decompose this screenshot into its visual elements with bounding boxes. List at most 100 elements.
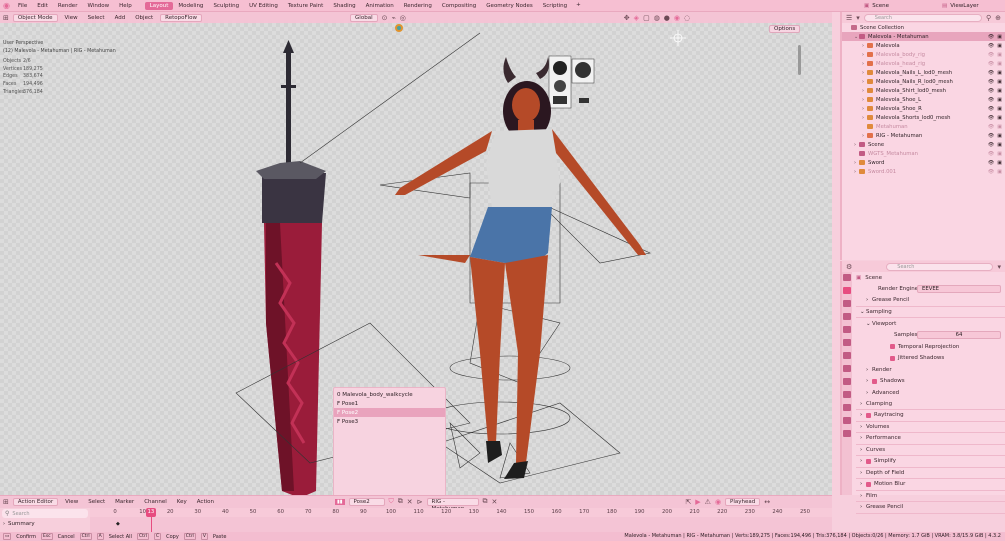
constraints-tab-icon[interactable] [843, 417, 851, 424]
key-menu[interactable]: Key [174, 499, 190, 505]
object-menu[interactable]: Object [132, 15, 156, 21]
playhead-dropdown[interactable]: Playhead [725, 497, 761, 506]
world-tab-icon[interactable] [843, 339, 851, 346]
outliner-row[interactable]: Scene Collection [842, 23, 1005, 32]
eye-icon[interactable]: 👁︎ [988, 106, 994, 112]
3d-viewport[interactable]: User Perspective (12) Malevola - Metahum… [0, 23, 832, 495]
editor-type-icon[interactable]: ⊞ [3, 498, 9, 506]
physics-tab-icon[interactable] [843, 404, 851, 411]
camera-icon[interactable]: ▣ [997, 43, 1002, 49]
action-browser-popup[interactable]: 0 Malevola_body_walkcycle F Pose1 F Pose2 F… [333, 387, 446, 495]
outliner-row[interactable]: › Scene 👁︎ ▣ [842, 140, 1005, 149]
tab-shading[interactable]: Shading [328, 2, 360, 10]
view-menu[interactable]: View [62, 499, 81, 505]
camera-icon[interactable]: ▣ [997, 151, 1002, 157]
camera-icon[interactable]: ▣ [997, 133, 1002, 139]
select-menu[interactable]: Select [85, 15, 108, 21]
tab-layout[interactable]: Layout [144, 1, 174, 10]
outliner-row[interactable]: › RIG - Metahuman 👁︎ ▣ [842, 131, 1005, 140]
mode-dropdown[interactable]: Object Mode [12, 13, 58, 22]
menu-window[interactable]: Window [82, 3, 114, 9]
collapse-arrow-icon[interactable]: › [3, 521, 5, 527]
rig-unlink-icon[interactable]: ✕ [492, 498, 498, 506]
property-row[interactable]: › Depth of Field [856, 468, 1005, 479]
property-row[interactable]: › Advanced [856, 387, 1005, 399]
camera-icon[interactable]: ▣ [997, 88, 1002, 94]
modifiers-tab-icon[interactable] [843, 378, 851, 385]
property-row[interactable]: › Raytracing [856, 410, 1005, 422]
tab-sculpting[interactable]: Sculpting [208, 2, 244, 10]
snapping-icon[interactable]: ⚠ [705, 498, 711, 506]
camera-icon[interactable]: ▣ [997, 79, 1002, 85]
eye-icon[interactable]: 👁︎ [988, 133, 994, 139]
action-item[interactable]: F Pose1 [334, 399, 445, 408]
eye-icon[interactable]: 👁︎ [988, 88, 994, 94]
channel-menu[interactable]: Channel [141, 499, 170, 505]
add-workspace-icon[interactable]: + [572, 2, 585, 10]
select-menu[interactable]: Select [85, 499, 108, 505]
checkbox[interactable] [866, 458, 871, 464]
eye-icon[interactable]: 👁︎ [988, 124, 994, 130]
render-engine-dropdown[interactable]: EEVEE [917, 285, 1001, 294]
camera-icon[interactable]: ▣ [997, 160, 1002, 166]
action-item[interactable]: 0 Malevola_body_walkcycle [334, 390, 445, 399]
outliner-row[interactable]: › Sword.001 👁︎ ▣ [842, 167, 1005, 176]
editor-type-icon[interactable]: ⊞ [3, 14, 9, 22]
tab-animation[interactable]: Animation [361, 2, 399, 10]
proportional-icon[interactable]: ◉ [715, 498, 721, 506]
action-item[interactable]: F Pose3 [334, 417, 445, 426]
property-row[interactable]: › Grease Pencil [856, 295, 1005, 307]
blender-logo-icon[interactable]: ◉ [3, 1, 13, 10]
orientation-dropdown[interactable]: Global [350, 13, 378, 22]
rendered-shading-icon[interactable]: ◌ [684, 14, 690, 22]
outliner-row[interactable]: › Malevola_body_rig 👁︎ ▣ [842, 50, 1005, 59]
menu-render[interactable]: Render [53, 3, 83, 9]
property-row[interactable]: › Volumes [856, 422, 1005, 433]
retopoflow-button[interactable]: RetopoFlow [160, 13, 203, 22]
camera-icon[interactable]: ▣ [997, 97, 1002, 103]
collection-tab-icon[interactable] [843, 352, 851, 359]
property-row[interactable]: › Render [856, 364, 1005, 376]
tab-uv-editing[interactable]: UV Editing [244, 2, 283, 10]
property-row[interactable]: › Shadows [856, 376, 1005, 388]
outliner-row[interactable]: › Malevola_Shirt_lod0_mesh 👁︎ ▣ [842, 86, 1005, 95]
outliner-row[interactable]: › Malevola 👁︎ ▣ [842, 41, 1005, 50]
properties-search-input[interactable]: Search [886, 262, 994, 271]
interpolation-icon[interactable]: ↔ [764, 498, 770, 506]
tab-texture-paint[interactable]: Texture Paint [283, 2, 329, 10]
camera-icon[interactable]: ▣ [997, 106, 1002, 112]
property-row[interactable]: › Clamping [856, 399, 1005, 410]
eye-icon[interactable]: 👁︎ [988, 61, 994, 67]
property-row[interactable]: ⌄ Sampling [856, 307, 1005, 318]
object-tab-icon[interactable] [843, 365, 851, 372]
property-row[interactable]: › Film [856, 491, 1005, 502]
action-icon[interactable]: ▮▮ [335, 498, 345, 505]
view-layer-selector[interactable]: ▤ ViewLayer [942, 1, 1002, 10]
outliner-search-input[interactable]: Search [863, 13, 982, 22]
outliner-row[interactable]: › Malevola_Shorts_lod0_mesh 👁︎ ▣ [842, 113, 1005, 122]
only-selected-icon[interactable]: ⇱ [685, 498, 691, 506]
outliner-row[interactable]: › Malevola_Shoe_L 👁︎ ▣ [842, 95, 1005, 104]
property-row[interactable]: › Simplify [856, 456, 1005, 468]
add-menu[interactable]: Add [112, 15, 129, 21]
keyframe-summary-icon[interactable]: ◆ [116, 521, 120, 527]
camera-icon[interactable]: ▣ [997, 115, 1002, 121]
rig-selector[interactable]: RIG - Metahuman [426, 497, 479, 512]
checkbox[interactable] [890, 344, 895, 350]
summary-channel[interactable]: › Summary [0, 519, 90, 528]
property-row[interactable]: › Motion Blur [856, 479, 1005, 491]
filter-keys-icon[interactable]: ▶ [695, 498, 700, 506]
view-layer-tab-icon[interactable] [843, 313, 851, 320]
eye-icon[interactable]: 👁︎ [988, 151, 994, 157]
display-mode-icon[interactable]: ▾ [856, 14, 860, 22]
tab-rendering[interactable]: Rendering [399, 2, 437, 10]
properties-editor-icon[interactable]: ⚙ [846, 263, 852, 271]
channel-search-input[interactable]: ⚲ Search [2, 509, 88, 518]
eye-icon[interactable]: 👁︎ [988, 34, 994, 40]
scene-tab-icon[interactable] [843, 326, 851, 333]
output-tab-icon[interactable] [843, 300, 851, 307]
tab-compositing[interactable]: Compositing [437, 2, 481, 10]
property-row[interactable]: › Curves [856, 445, 1005, 456]
menu-edit[interactable]: Edit [32, 3, 53, 9]
data-tab-icon[interactable] [843, 430, 851, 437]
